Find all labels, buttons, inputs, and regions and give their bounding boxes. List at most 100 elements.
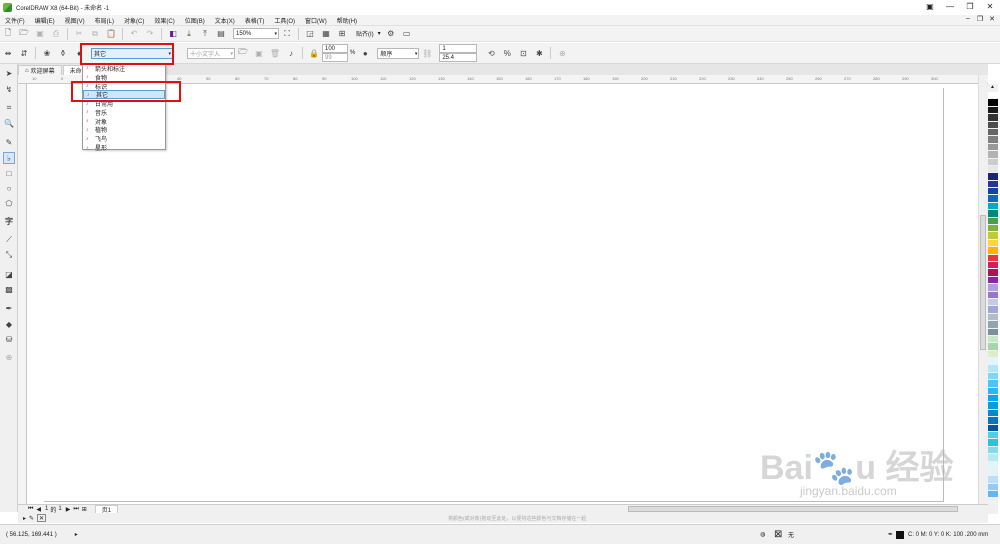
- pick-tool-icon[interactable]: ➤: [3, 67, 15, 79]
- color-swatch[interactable]: [987, 335, 998, 344]
- maximize-button[interactable]: ❐: [960, 0, 980, 13]
- mirror-horizontal-icon[interactable]: ⇹: [2, 47, 14, 59]
- color-swatch[interactable]: [987, 128, 998, 137]
- export-icon[interactable]: ⤒: [199, 28, 211, 40]
- dropdown-item[interactable]: ♪ 飞鸟: [83, 134, 165, 144]
- color-swatch[interactable]: [987, 165, 998, 174]
- color-swatch[interactable]: [987, 232, 998, 240]
- color-swatch[interactable]: [987, 202, 998, 211]
- doc-close-icon[interactable]: ✕: [986, 15, 998, 23]
- save-glyph-icon[interactable]: ▣: [253, 47, 265, 59]
- color-swatch[interactable]: [987, 195, 998, 203]
- add-icon[interactable]: ⊕: [556, 47, 568, 59]
- text-glyph-icon[interactable]: ♪: [285, 47, 297, 59]
- nudge-b-field[interactable]: 25.4: [439, 53, 478, 62]
- percent-scale-icon[interactable]: %: [501, 47, 513, 59]
- rectangle-tool-icon[interactable]: □: [3, 167, 15, 179]
- drop-shadow-tool-icon[interactable]: ◪: [3, 268, 15, 280]
- color-swatch[interactable]: [987, 439, 998, 447]
- color-swatch[interactable]: [987, 210, 998, 218]
- color-swatch[interactable]: [987, 454, 998, 462]
- color-swatch[interactable]: [987, 380, 998, 388]
- prev-page-icon[interactable]: ◀: [36, 506, 41, 513]
- menu-object[interactable]: 对象(C): [119, 16, 149, 25]
- color-swatch[interactable]: [987, 269, 998, 277]
- menu-window[interactable]: 窗口(W): [300, 16, 332, 25]
- color-swatch[interactable]: [987, 276, 998, 285]
- delete-glyph-icon[interactable]: 🗑: [269, 47, 281, 59]
- ellipse-tool-icon[interactable]: ○: [3, 182, 15, 194]
- open-folder-icon[interactable]: 🗁: [18, 28, 30, 40]
- application-launcher-icon[interactable]: ▭: [401, 28, 413, 40]
- color-swatch[interactable]: [987, 372, 998, 381]
- color-swatch[interactable]: [987, 350, 998, 359]
- menu-layout[interactable]: 布局(L): [90, 16, 119, 25]
- mirror-vertical-icon[interactable]: ⇵: [18, 47, 30, 59]
- size-width-field[interactable]: 100: [322, 44, 348, 53]
- rulers-icon[interactable]: ◲: [304, 28, 316, 40]
- proportion-dot-icon[interactable]: ●: [359, 47, 371, 59]
- palette-scroll-up-icon[interactable]: ▲: [987, 84, 998, 92]
- color-swatch[interactable]: [987, 387, 998, 396]
- color-swatch[interactable]: [987, 328, 998, 336]
- zoom-tool-icon[interactable]: 🔍: [3, 117, 15, 129]
- dimension-tool-icon[interactable]: ⟋: [3, 234, 15, 246]
- add-tool-icon[interactable]: ⊕: [3, 351, 15, 363]
- color-swatch[interactable]: [987, 365, 998, 373]
- nudge-a-field[interactable]: 1: [439, 44, 478, 53]
- color-swatch[interactable]: [987, 417, 998, 425]
- dropdown-item[interactable]: ♪ 星形: [83, 143, 165, 153]
- color-swatch[interactable]: [987, 158, 998, 166]
- color-swatch[interactable]: [987, 247, 998, 255]
- color-swatch[interactable]: [987, 306, 998, 314]
- close-button[interactable]: ✕: [980, 0, 1000, 13]
- copy-icon[interactable]: ⧉: [89, 28, 101, 40]
- color-swatch[interactable]: [987, 431, 998, 440]
- freehand-tool-icon[interactable]: ✎: [3, 136, 15, 148]
- color-swatch[interactable]: [987, 468, 998, 477]
- menu-effects[interactable]: 效果(C): [149, 16, 179, 25]
- redo-icon[interactable]: ↷: [144, 28, 156, 40]
- color-swatch[interactable]: [987, 424, 998, 432]
- menu-file[interactable]: 文件(F): [0, 16, 30, 25]
- color-swatch[interactable]: [987, 291, 998, 299]
- add-page-icon[interactable]: ⊞: [82, 506, 87, 513]
- text-tool-icon[interactable]: 字: [3, 215, 15, 227]
- color-swatch[interactable]: [987, 491, 998, 499]
- import-icon[interactable]: ⤓: [183, 28, 195, 40]
- shape-bottle-icon[interactable]: ⚱: [57, 47, 69, 59]
- color-swatch[interactable]: [987, 180, 998, 189]
- color-swatch[interactable]: [987, 261, 998, 270]
- cut-icon[interactable]: ✂: [73, 28, 85, 40]
- first-page-icon[interactable]: ⏮: [28, 506, 33, 513]
- color-swatch[interactable]: [987, 106, 998, 115]
- eyedropper-tool-icon[interactable]: ✒: [3, 302, 15, 314]
- snap-to-dropdown[interactable]: 贴齐(I): [356, 29, 374, 38]
- interactive-fill-icon[interactable]: ◆: [3, 318, 15, 330]
- color-swatch[interactable]: [987, 313, 998, 322]
- color-swatch[interactable]: [987, 358, 998, 366]
- undo-icon[interactable]: ↶: [128, 28, 140, 40]
- color-swatch[interactable]: [987, 143, 998, 152]
- color-swatch[interactable]: [987, 254, 998, 262]
- horizontal-scroll-thumb[interactable]: [628, 506, 958, 512]
- paste-icon[interactable]: 📋: [105, 28, 117, 40]
- tab-welcome-screen[interactable]: ⌂ 欢迎屏幕: [18, 65, 62, 75]
- vertical-scrollbar[interactable]: [978, 75, 987, 504]
- doc-restore-icon[interactable]: ❐: [974, 15, 986, 23]
- eyedropper-icon[interactable]: ✎: [29, 515, 34, 522]
- next-page-icon[interactable]: ▶: [66, 506, 71, 513]
- chevron-down-icon[interactable]: ▾: [378, 30, 381, 37]
- dropdown-item[interactable]: ♪ 箭头和标注: [83, 64, 165, 73]
- color-swatch[interactable]: [987, 136, 998, 144]
- group-icon[interactable]: ⊡: [517, 47, 529, 59]
- no-color-swatch-icon[interactable]: ✕: [37, 514, 47, 522]
- menu-bitmaps[interactable]: 位图(B): [180, 16, 210, 25]
- spark-icon[interactable]: ✱: [533, 47, 545, 59]
- color-swatch[interactable]: [987, 409, 998, 418]
- menu-table[interactable]: 表格(T): [240, 16, 270, 25]
- glyph-text-field[interactable]: 十小文字入 ▾: [187, 47, 235, 59]
- color-swatch[interactable]: [987, 321, 998, 329]
- menu-tools[interactable]: 工具(O): [269, 16, 300, 25]
- size-lock-icon[interactable]: 🔒: [308, 47, 320, 59]
